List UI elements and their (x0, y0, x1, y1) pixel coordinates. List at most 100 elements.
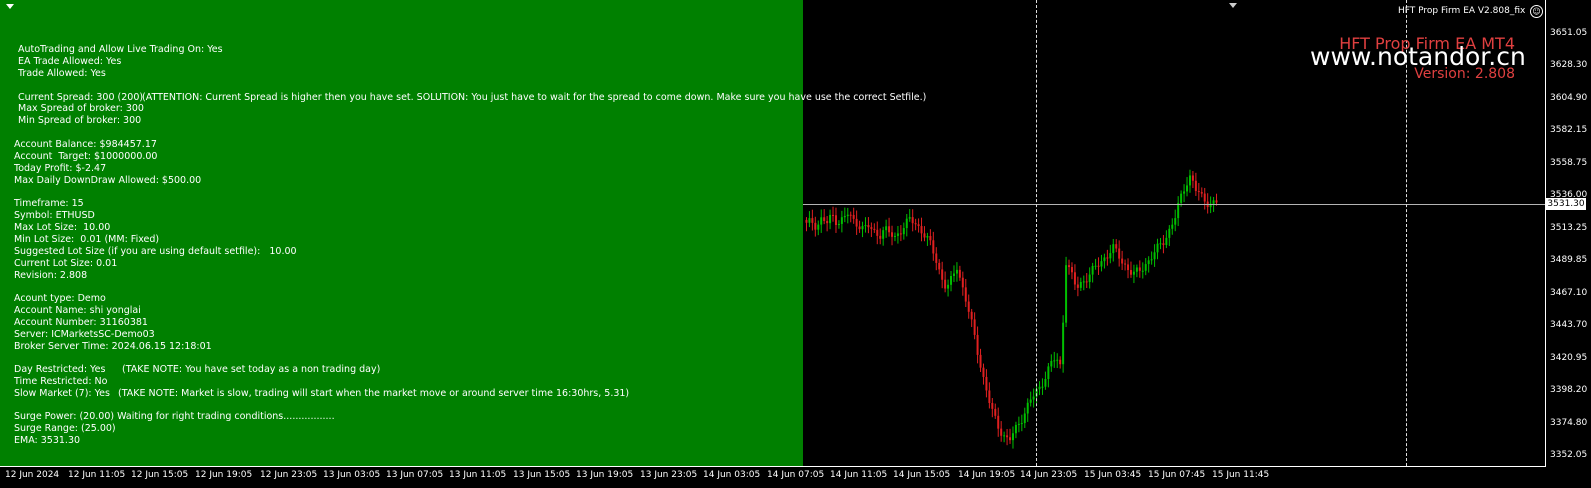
bull-candle (1017, 423, 1020, 425)
smiley-icon[interactable]: ☺ (1530, 5, 1543, 18)
bull-candle (1065, 265, 1068, 323)
bear-candle (1000, 428, 1003, 436)
bull-candle (1050, 360, 1053, 367)
bull-candle (1159, 243, 1162, 245)
bull-candle (1144, 264, 1147, 271)
time-tick-label: 13 Jun 23:05 (640, 470, 698, 480)
bull-candle (1112, 244, 1115, 254)
price-tick-label: 3604.90 (1550, 93, 1588, 103)
info-line: Suggested Lot Size (if you are using def… (14, 246, 297, 257)
bull-candle (1180, 193, 1183, 203)
bull-candle (1003, 435, 1006, 437)
bear-candle (941, 269, 944, 280)
price-tick-label: 3558.75 (1550, 158, 1588, 168)
bull-candle (1079, 282, 1082, 288)
time-tick-label: 13 Jun 07:05 (386, 470, 444, 480)
bear-candle (1194, 180, 1197, 192)
time-axis-border (0, 466, 1546, 467)
info-line: Surge Power: (20.00) Waiting for right t… (14, 411, 335, 422)
bull-candle (843, 216, 846, 218)
chart-shift-icon[interactable] (1229, 3, 1237, 8)
bull-candle (817, 224, 820, 230)
bear-candle (849, 214, 852, 216)
info-line: EA Trade Allowed: Yes (18, 56, 122, 67)
bear-candle (834, 215, 837, 226)
bull-candle (1094, 265, 1097, 267)
bull-candle (1038, 386, 1041, 390)
bear-candle (923, 233, 926, 238)
bear-candle (858, 226, 861, 230)
time-tick-label: 13 Jun 11:05 (449, 470, 507, 480)
bear-candle (1006, 435, 1009, 438)
bear-candle (1070, 267, 1073, 273)
info-line: Server: ICMarketsSC-Demo03 (14, 329, 155, 340)
bear-candle (879, 235, 882, 239)
bear-candle (888, 226, 891, 233)
period-separator-line (1036, 0, 1037, 466)
bear-candle (917, 224, 920, 227)
bull-candle (808, 218, 811, 223)
bear-candle (997, 415, 1000, 429)
info-line: EMA: 3531.30 (14, 435, 81, 446)
chart-menu-icon[interactable] (6, 4, 14, 9)
bull-candle (908, 217, 911, 219)
ea-info-panel: AutoTrading and Allow Live Trading On: Y… (0, 0, 926, 466)
bull-candle (829, 214, 832, 224)
bull-candle (1062, 322, 1065, 365)
bear-candle (994, 408, 997, 416)
time-tick-label: 15 Jun 03:45 (1084, 470, 1142, 480)
bull-candle (1188, 175, 1191, 186)
price-tick-label: 3398.20 (1550, 385, 1588, 395)
bull-candle (896, 233, 899, 236)
bear-candle (932, 240, 935, 254)
bear-candle (1200, 192, 1203, 194)
info-line: Trade Allowed: Yes (18, 68, 106, 79)
time-tick-label: 14 Jun 19:05 (958, 470, 1016, 480)
bull-candle (1091, 265, 1094, 275)
info-line: (TAKE NOTE: You have set today as a non … (122, 364, 381, 375)
bull-candle (882, 230, 885, 239)
bull-candle (1132, 271, 1135, 275)
info-line: Account Balance: $984457.17 (14, 139, 157, 150)
price-tick-label: 3536.00 (1550, 190, 1588, 200)
bear-candle (814, 222, 817, 230)
bear-candle (899, 233, 902, 235)
bear-candle (967, 301, 970, 312)
time-tick-label: 14 Jun 07:05 (767, 470, 825, 480)
price-tick-label: 3467.10 (1550, 288, 1588, 298)
bull-candle (1011, 433, 1014, 441)
bull-candle (885, 226, 888, 231)
bear-candle (1124, 263, 1127, 265)
bear-candle (938, 262, 941, 270)
bear-candle (1073, 272, 1076, 285)
bear-candle (1115, 244, 1118, 249)
bear-candle (823, 217, 826, 222)
time-tick-label: 14 Jun 15:05 (893, 470, 951, 480)
bear-candle (911, 217, 914, 224)
price-tick-label: 3628.30 (1550, 60, 1588, 70)
bear-candle (1085, 281, 1088, 283)
time-tick-label: 12 Jun 15:05 (131, 470, 189, 480)
bear-candle (1215, 200, 1218, 203)
time-tick-label: 12 Jun 11:05 (68, 470, 126, 480)
bear-candle (976, 334, 979, 355)
bull-candle (1141, 270, 1144, 272)
bear-candle (970, 311, 973, 320)
bull-candle (902, 228, 905, 235)
info-line: Revision: 2.808 (14, 270, 88, 281)
bull-candle (905, 218, 908, 229)
bear-candle (870, 227, 873, 229)
info-line: AutoTrading and Allow Live Trading On: Y… (18, 44, 223, 55)
bear-candle (1129, 270, 1132, 275)
info-line: Surge Range: (25.00) (14, 423, 116, 434)
bear-candle (935, 253, 938, 263)
bear-candle (826, 221, 829, 224)
time-tick-label: 15 Jun 11:45 (1212, 470, 1270, 480)
bull-candle (840, 217, 843, 224)
bull-candle (1088, 274, 1091, 283)
bear-candle (832, 214, 835, 216)
info-line: Max Lot Size: 10.00 (14, 222, 111, 233)
bear-candle (944, 279, 947, 289)
bear-candle (982, 367, 985, 377)
info-line: Max Daily DownDraw Allowed: $500.00 (14, 175, 202, 186)
